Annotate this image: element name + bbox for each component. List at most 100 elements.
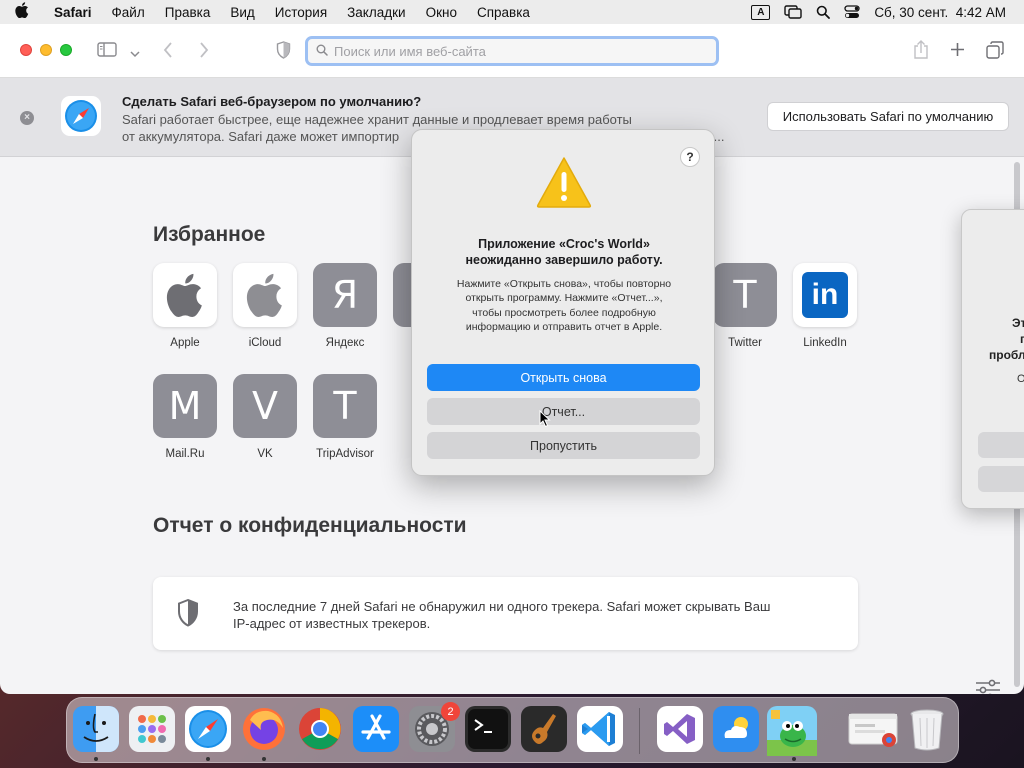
favorite-label: Twitter — [728, 337, 762, 349]
crash-msg-line1: Нажмите «Открыть снова», чтобы повторно — [456, 278, 672, 290]
favorite-label: TripAdvisor — [316, 448, 374, 460]
warning-icon — [535, 155, 593, 212]
new-tab-icon[interactable] — [950, 42, 965, 60]
crocs-world-icon[interactable] — [767, 706, 817, 756]
crash-dialog-message: Нажмите «Открыть снова», чтобы повторно … — [434, 277, 694, 334]
menu-file[interactable]: Файл — [102, 5, 155, 20]
privacy-shield-icon[interactable] — [276, 41, 291, 62]
customize-start-page-icon[interactable] — [975, 679, 1001, 694]
chrome-icon[interactable] — [297, 706, 343, 752]
menu-app-name[interactable]: Safari — [44, 5, 102, 20]
skip-button[interactable]: Пропустить — [427, 432, 700, 459]
menu-bookmarks[interactable]: Закладки — [337, 5, 415, 20]
safari-compass-icon — [60, 95, 102, 140]
favorite-vk[interactable]: V VK — [225, 374, 305, 460]
vscode-icon[interactable] — [577, 706, 623, 752]
report-button[interactable]: Отчет... — [427, 398, 700, 425]
forward-icon[interactable] — [199, 42, 209, 61]
visual-studio-icon[interactable] — [657, 706, 703, 752]
side-dialog-title3: пробл — [989, 348, 1024, 362]
privacy-line2: IP-адрес от известных трекеров. — [233, 616, 431, 631]
side-dialog-title1: Эт — [1012, 316, 1024, 330]
side-dialog-button[interactable] — [978, 432, 1024, 458]
favorite-twitter[interactable]: T Twitter — [705, 263, 785, 349]
linkedin-logo-icon: in — [793, 263, 857, 327]
back-icon[interactable] — [163, 42, 173, 61]
favorite-label: iCloud — [248, 337, 282, 349]
trash-icon[interactable] — [907, 706, 953, 752]
favorite-mailru[interactable]: M Mail.Ru — [145, 374, 225, 460]
chrome-window-icon[interactable] — [847, 706, 898, 752]
privacy-line1: За последние 7 дней Safari не обнаружил … — [233, 599, 771, 614]
zoom-window-button[interactable] — [60, 44, 72, 56]
crash-msg-line4: информацию и отправить отчет в Apple. — [465, 320, 663, 333]
favorite-tile-partial — [393, 263, 411, 327]
safari-toolbar — [0, 24, 1024, 78]
weather-icon[interactable] — [713, 706, 759, 752]
privacy-report-card[interactable]: За последние 7 дней Safari не обнаружил … — [153, 577, 858, 650]
safari-icon[interactable] — [185, 706, 231, 752]
url-input[interactable] — [334, 43, 716, 59]
menu-history[interactable]: История — [265, 5, 337, 20]
favorite-icloud[interactable]: iCloud — [225, 263, 305, 349]
side-dialog-msg: О — [1017, 373, 1024, 385]
garageband-icon[interactable] — [521, 706, 567, 752]
firefox-icon[interactable] — [241, 706, 287, 752]
crash-title-line2: неожиданно завершило работу. — [465, 253, 663, 267]
menu-view[interactable]: Вид — [220, 5, 264, 20]
favorite-label: VK — [257, 448, 273, 460]
secondary-crash-dialog: Эт п пробл О — [961, 209, 1024, 509]
close-window-button[interactable] — [20, 44, 32, 56]
input-source-indicator[interactable]: A — [751, 4, 771, 20]
close-banner-button[interactable]: × — [20, 111, 34, 125]
crash-dialog-title: Приложение «Croc's World» неожиданно зав… — [432, 236, 696, 268]
apple-menu-icon[interactable] — [0, 2, 44, 22]
favorite-linkedin[interactable]: in LinkedIn — [785, 263, 865, 349]
menu-help[interactable]: Справка — [467, 5, 540, 20]
crash-msg-line3: чтобы просмотреть более подробную — [472, 306, 656, 319]
use-safari-default-button[interactable]: Использовать Safari по умолчанию — [767, 102, 1009, 131]
help-button[interactable]: ? — [680, 147, 700, 167]
spotlight-search-icon[interactable] — [816, 5, 831, 19]
favorites-heading: Избранное — [153, 223, 266, 246]
sidebar-toggle-icon[interactable] — [97, 42, 117, 60]
favorite-label: LinkedIn — [803, 337, 847, 349]
dock: 2 — [66, 697, 959, 763]
favorite-tile-glyph: T — [713, 263, 777, 327]
crash-dialog: ? Приложение «Croc's World» неожиданно з… — [411, 129, 715, 476]
side-dialog-title2: п — [1020, 332, 1024, 346]
favorite-label: Apple — [170, 337, 200, 349]
address-bar[interactable] — [305, 36, 719, 66]
favorite-label: Mail.Ru — [165, 448, 205, 460]
crash-title-line1: Приложение «Croc's World» — [478, 237, 650, 251]
chevron-down-icon[interactable] — [130, 46, 140, 61]
banner-desc-line1: Safari работает быстрее, еще надежнее хр… — [122, 112, 632, 127]
tab-overview-icon[interactable] — [986, 41, 1004, 62]
favorite-tile-glyph: T — [313, 374, 377, 438]
dock-separator — [639, 708, 640, 754]
favorite-label: Яндекс — [325, 337, 365, 349]
menu-datetime[interactable]: Сб, 30 сент. 4:42 AM — [874, 5, 1006, 20]
launchpad-icon[interactable] — [129, 706, 175, 752]
app-store-icon[interactable] — [353, 706, 399, 752]
finder-icon[interactable] — [73, 706, 119, 752]
favorite-tile-glyph: M — [153, 374, 217, 438]
menu-edit[interactable]: Правка — [155, 5, 221, 20]
minimize-window-button[interactable] — [40, 44, 52, 56]
linkedin-glyph: in — [802, 272, 848, 318]
reopen-button[interactable]: Открыть снова — [427, 364, 700, 391]
running-indicator — [792, 757, 796, 761]
terminal-icon[interactable] — [465, 706, 511, 752]
privacy-report-heading: Отчет о конфиденциальности — [153, 514, 467, 537]
favorite-yandex[interactable]: Я Яндекс — [305, 263, 385, 349]
control-center-icon[interactable] — [844, 5, 860, 19]
favorite-apple[interactable]: Apple — [145, 263, 225, 349]
menu-bar: Safari Файл Правка Вид История Закладки … — [0, 0, 1024, 24]
share-icon[interactable] — [913, 40, 929, 63]
screen-mirroring-icon[interactable] — [784, 5, 803, 19]
crash-msg-line2: открыть программу. Нажмите «Отчет...», — [465, 292, 663, 305]
menu-window[interactable]: Окно — [416, 5, 467, 20]
favorite-tripadvisor[interactable]: T TripAdvisor — [305, 374, 385, 460]
favorite-hidden[interactable] — [385, 263, 411, 327]
side-dialog-button[interactable] — [978, 466, 1024, 492]
